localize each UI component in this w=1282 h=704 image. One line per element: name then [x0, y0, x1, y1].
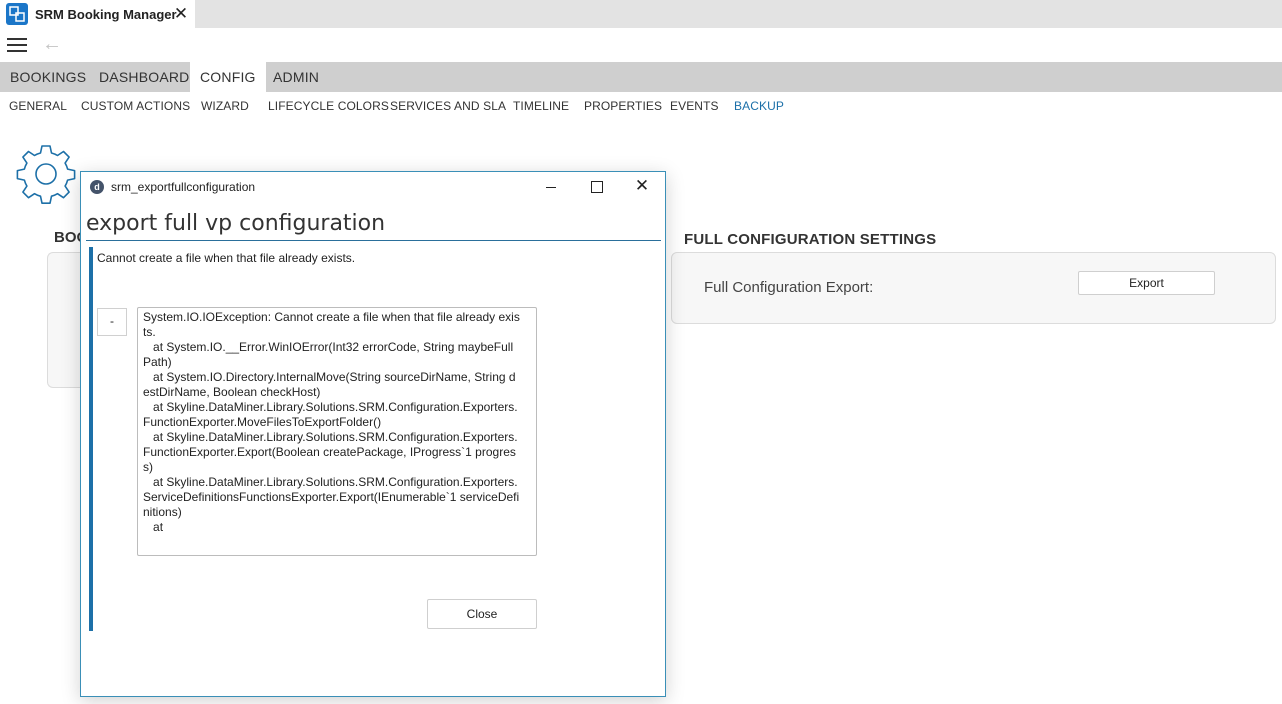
export-button[interactable]: Export: [1078, 271, 1215, 295]
toolbar: ←: [0, 28, 1282, 62]
sub-nav-custom-actions[interactable]: CUSTOM ACTIONS: [81, 99, 190, 113]
full-config-heading: FULL CONFIGURATION SETTINGS: [684, 231, 937, 248]
details-line: at: [143, 520, 164, 534]
dialog-close-icon[interactable]: ✕: [632, 176, 652, 196]
sub-nav-events[interactable]: EVENTS: [670, 99, 719, 113]
sub-nav-timeline[interactable]: TIMELINE: [513, 99, 569, 113]
main-nav-dashboard[interactable]: DASHBOARD: [89, 62, 199, 92]
sub-nav-services-and-sla[interactable]: SERVICES AND SLA: [390, 99, 506, 113]
app-tab[interactable]: SRM Booking Manager ✕: [0, 0, 195, 28]
sub-nav-properties[interactable]: PROPERTIES: [584, 99, 662, 113]
close-tab-icon[interactable]: ✕: [172, 5, 190, 23]
collapse-details-button[interactable]: -: [97, 308, 127, 336]
export-dialog: d srm_exportfullconfiguration ✕ export f…: [80, 171, 666, 697]
details-line: at Skyline.DataMiner.Library.Solutions.S…: [143, 400, 518, 429]
exception-details-textbox[interactable]: System.IO.IOException: Cannot create a f…: [137, 307, 537, 556]
minimize-icon[interactable]: [541, 177, 561, 197]
full-config-export-label: Full Configuration Export:: [704, 279, 874, 296]
gear-icon: [16, 145, 76, 204]
dialog-accent-bar: [89, 247, 93, 631]
back-arrow-icon[interactable]: ←: [42, 34, 64, 54]
sub-nav-backup[interactable]: BACKUP: [734, 99, 784, 113]
main-nav-admin[interactable]: ADMIN: [263, 62, 329, 92]
dialog-window-title: srm_exportfullconfiguration: [111, 180, 256, 194]
close-button[interactable]: Close: [427, 599, 537, 629]
sub-nav-wizard[interactable]: WIZARD: [201, 99, 249, 113]
dataminer-icon: d: [90, 180, 104, 194]
window-tab-strip: SRM Booking Manager ✕: [0, 0, 1282, 28]
maximize-icon[interactable]: [586, 177, 606, 197]
main-nav: BOOKINGS DASHBOARD CONFIG ADMIN: [0, 62, 1282, 92]
app-tab-title: SRM Booking Manager: [35, 6, 177, 22]
error-message: Cannot create a file when that file alre…: [97, 251, 356, 265]
app-root: SRM Booking Manager ✕ ← BOOKINGS DASHBOA…: [0, 0, 1282, 704]
full-config-panel: Full Configuration Export: Export: [671, 252, 1276, 324]
dialog-titlebar[interactable]: d srm_exportfullconfiguration ✕: [81, 172, 665, 202]
sub-nav: GENERAL CUSTOM ACTIONS WIZARD LIFECYCLE …: [0, 99, 1282, 119]
details-line: at System.IO.Directory.InternalMove(Stri…: [143, 370, 516, 399]
details-line: at Skyline.DataMiner.Library.Solutions.S…: [143, 430, 518, 474]
main-nav-bookings[interactable]: BOOKINGS: [0, 62, 96, 92]
heading-divider: [86, 240, 661, 241]
details-line: System.IO.IOException: Cannot create a f…: [143, 310, 520, 339]
app-logo-icon: [6, 3, 28, 25]
hamburger-menu-icon[interactable]: [7, 38, 27, 52]
details-line: at System.IO.__Error.WinIOError(Int32 er…: [143, 340, 514, 369]
details-line: at Skyline.DataMiner.Library.Solutions.S…: [143, 475, 520, 519]
dialog-heading: export full vp configuration: [86, 211, 386, 236]
main-nav-config[interactable]: CONFIG: [190, 62, 266, 92]
sub-nav-general[interactable]: GENERAL: [9, 99, 67, 113]
sub-nav-lifecycle-colors[interactable]: LIFECYCLE COLORS: [268, 99, 389, 113]
